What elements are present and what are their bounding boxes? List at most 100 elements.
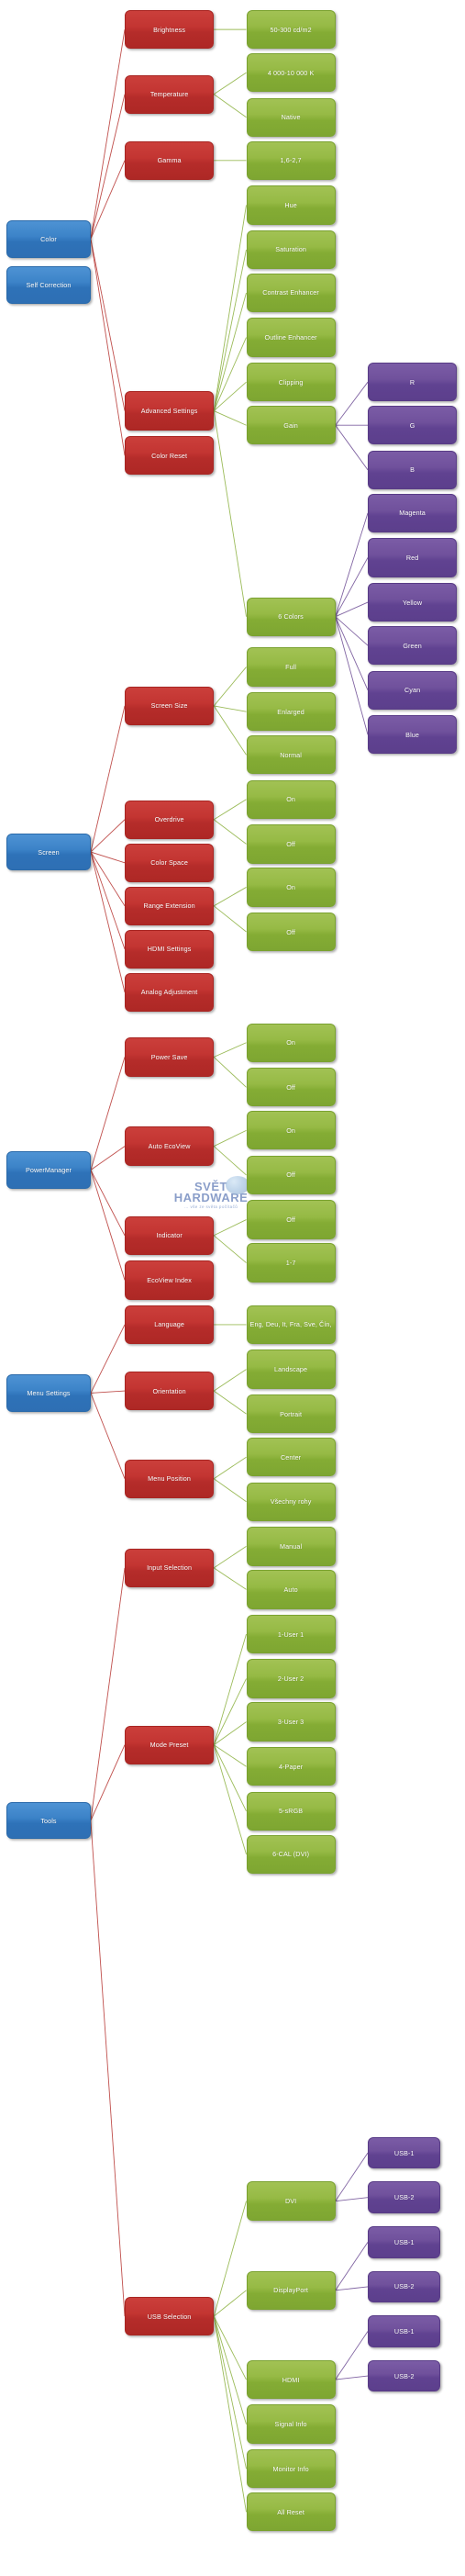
connector-indicator-to-g_ind_17 (213, 1235, 247, 1263)
connector-usbselection-to-g_allreset (213, 2315, 247, 2513)
node-p_green[interactable]: Green (368, 625, 458, 666)
node-rangeextension[interactable]: Range Extension (125, 886, 215, 925)
node-gamma[interactable]: Gamma (125, 140, 215, 180)
node-g_native[interactable]: Native (246, 97, 336, 137)
node-p_red[interactable]: Red (368, 538, 458, 577)
node-brightness[interactable]: Brightness (125, 9, 215, 50)
node-screen[interactable]: Screen (6, 833, 91, 871)
node-usbselection[interactable]: USB Selection (125, 2296, 215, 2336)
node-g_gamma[interactable]: 1,6-2,7 (246, 140, 336, 180)
node-g_od_on[interactable]: On (246, 779, 336, 819)
node-overdrive[interactable]: Overdrive (125, 800, 215, 839)
node-g_full[interactable]: Full (246, 647, 336, 687)
node-g_ind_off[interactable]: Off (246, 1200, 336, 1239)
node-g_allothers[interactable]: Všechny rohy (246, 1482, 336, 1521)
node-color[interactable]: Color (6, 219, 91, 258)
node-g_saturation[interactable]: Saturation (246, 230, 336, 270)
node-colorspace[interactable]: Color Space (125, 843, 215, 882)
node-g_enlarged[interactable]: Enlarged (246, 692, 336, 732)
connector-color-to-colorreset (90, 239, 126, 456)
node-label: Off (286, 1082, 295, 1092)
node-p_g[interactable]: G (368, 406, 458, 445)
node-g_portrait[interactable]: Portrait (246, 1394, 336, 1434)
node-g_user1[interactable]: 1-User 1 (246, 1614, 336, 1654)
node-g_4000[interactable]: 4 000-10 000 K (246, 53, 336, 93)
node-indicator[interactable]: Indicator (125, 1215, 215, 1255)
connector-g_6colors-to-p_magenta (335, 512, 369, 617)
node-p_hdmi_usb1[interactable]: USB-1 (368, 2315, 441, 2347)
node-powermanager[interactable]: PowerManager (6, 1151, 91, 1189)
node-inputselection[interactable]: Input Selection (125, 1548, 215, 1588)
node-g_ind_17[interactable]: 1-7 (246, 1243, 336, 1282)
node-menusettings[interactable]: Menu Settings (6, 1374, 91, 1412)
node-g_re_on[interactable]: On (246, 868, 336, 907)
node-g_clipping[interactable]: Clipping (246, 363, 336, 402)
node-g_user3[interactable]: 3-User 3 (246, 1702, 336, 1742)
node-g_50300[interactable]: 50-300 cd/m2 (246, 9, 336, 50)
node-g_ps_off[interactable]: Off (246, 1068, 336, 1107)
node-label: Clipping (278, 377, 304, 386)
node-p_dp_usb1[interactable]: USB-1 (368, 2226, 441, 2258)
node-g_outline[interactable]: Outline Enhancer (246, 318, 336, 357)
node-g_allreset[interactable]: All Reset (246, 2492, 336, 2532)
node-g_re_off[interactable]: Off (246, 912, 336, 952)
node-g_dvi[interactable]: DVI (246, 2181, 336, 2221)
node-g_manual[interactable]: Manual (246, 1527, 336, 1566)
node-p_cyan[interactable]: Cyan (368, 670, 458, 710)
node-colorreset[interactable]: Color Reset (125, 435, 215, 476)
node-g_hdmi[interactable]: HDMI (246, 2359, 336, 2400)
node-autoecoview[interactable]: Auto EcoView (125, 1126, 215, 1166)
node-g_dp[interactable]: DisplayPort (246, 2270, 336, 2310)
node-g_od_off[interactable]: Off (246, 824, 336, 864)
node-p_magenta[interactable]: Magenta (368, 493, 458, 532)
node-p_dvi_usb2[interactable]: USB-2 (368, 2181, 441, 2213)
connector-screen-to-colorspace (90, 851, 126, 864)
node-p_dp_usb2[interactable]: USB-2 (368, 2270, 441, 2303)
node-g_monitorinfo[interactable]: Monitor Info (246, 2449, 336, 2489)
node-p_hdmi_usb2[interactable]: USB-2 (368, 2359, 441, 2392)
node-g_auto[interactable]: Auto (246, 1570, 336, 1609)
node-temperature[interactable]: Temperature (125, 74, 215, 114)
node-p_yellow[interactable]: Yellow (368, 582, 458, 622)
node-label: Temperature (149, 90, 189, 99)
node-g_gain[interactable]: Gain (246, 406, 336, 445)
node-p_dvi_usb1[interactable]: USB-1 (368, 2136, 441, 2169)
node-g_lang[interactable]: Eng, Deu, It, Fra, Sve, Čín, (246, 1305, 336, 1345)
node-selfcorrection[interactable]: Self Correction (6, 266, 91, 304)
node-g_ecv_on[interactable]: On (246, 1111, 336, 1150)
node-g_6colors[interactable]: 6 Colors (246, 597, 336, 636)
node-orientation[interactable]: Orientation (125, 1371, 215, 1411)
node-g_signalinfo[interactable]: Signal Info (246, 2404, 336, 2444)
node-label: Analog Adjustment (140, 988, 198, 997)
node-g_user2[interactable]: 2-User 2 (246, 1659, 336, 1698)
node-ecoviewindex[interactable]: EcoView Index (125, 1260, 215, 1300)
node-p_blue[interactable]: Blue (368, 715, 458, 755)
node-g_srgb[interactable]: 5-sRGB (246, 1791, 336, 1831)
connector-overdrive-to-g_od_off (213, 819, 247, 845)
node-label: Advanced Settings (140, 407, 198, 416)
connector-g_hdmi-to-p_hdmi_usb1 (335, 2331, 369, 2380)
node-hdmisettings[interactable]: HDMI Settings (125, 929, 215, 969)
node-g_ps_on[interactable]: On (246, 1023, 336, 1062)
node-g_paper[interactable]: 4-Paper (246, 1747, 336, 1786)
node-label: On (286, 882, 295, 891)
node-modepreset[interactable]: Mode Preset (125, 1725, 215, 1764)
node-tools[interactable]: Tools (6, 1801, 91, 1840)
node-label: Gamma (157, 156, 182, 165)
node-g_normal[interactable]: Normal (246, 735, 336, 775)
node-g_ecv_off[interactable]: Off (246, 1155, 336, 1195)
node-screensize[interactable]: Screen Size (125, 686, 215, 726)
node-g_hue[interactable]: Hue (246, 185, 336, 225)
node-advancedsettings[interactable]: Advanced Settings (125, 391, 215, 431)
node-menuposition[interactable]: Menu Position (125, 1459, 215, 1498)
node-p_r[interactable]: R (368, 363, 458, 402)
node-g_landscape[interactable]: Landscape (246, 1350, 336, 1389)
node-powersave[interactable]: Power Save (125, 1037, 215, 1077)
node-language[interactable]: Language (125, 1305, 215, 1345)
connector-screen-to-rangeextension (90, 851, 126, 907)
node-g_contrast[interactable]: Contrast Enhancer (246, 273, 336, 313)
node-p_b[interactable]: B (368, 450, 458, 489)
node-g_center[interactable]: Center (246, 1438, 336, 1477)
node-g_ecal[interactable]: 6-CAL (DVI) (246, 1834, 336, 1874)
node-analogadjustment[interactable]: Analog Adjustment (125, 972, 215, 1012)
